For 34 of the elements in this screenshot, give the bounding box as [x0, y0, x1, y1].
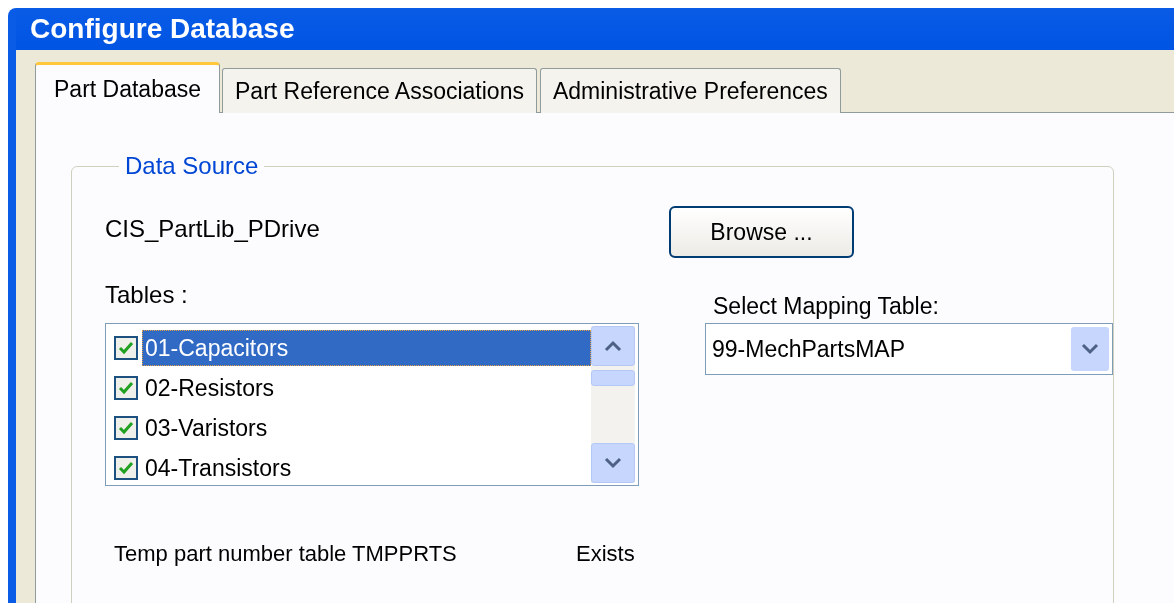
browse-button[interactable]: Browse ...	[669, 206, 854, 258]
checkbox[interactable]	[114, 416, 138, 440]
dropdown-arrow-button[interactable]	[1071, 327, 1109, 371]
checkbox[interactable]	[114, 376, 138, 400]
temp-table-status: Exists	[576, 540, 635, 568]
scroll-thumb[interactable]	[591, 370, 635, 386]
check-icon	[118, 341, 134, 355]
temp-table-label: Temp part number table TMPPRTS	[114, 540, 458, 568]
data-source-name: CIS_PartLib_PDrive	[105, 215, 321, 243]
check-icon	[118, 461, 134, 475]
table-item[interactable]: 02-Resistors	[142, 370, 591, 406]
caret-down-icon	[603, 457, 623, 469]
checkbox[interactable]	[114, 456, 138, 480]
check-icon	[118, 381, 134, 395]
tab[interactable]: Part Database	[35, 62, 221, 113]
tab[interactable]: Part Reference Associations	[222, 68, 537, 113]
check-icon	[118, 421, 134, 435]
scroll-down-button[interactable]	[591, 443, 635, 483]
checkbox[interactable]	[114, 336, 138, 360]
group-title: Data Source	[124, 151, 260, 181]
scrollbar[interactable]	[591, 326, 635, 483]
caret-up-icon	[603, 340, 623, 352]
table-item[interactable]: 04-Transistors	[142, 450, 591, 485]
scroll-up-button[interactable]	[591, 326, 635, 366]
mapping-table-label: Select Mapping Table:	[713, 292, 940, 320]
tab[interactable]: Administrative Preferences	[539, 68, 841, 113]
table-item[interactable]: 01-Capacitors	[142, 330, 591, 366]
tables-label: Tables :	[105, 281, 189, 309]
mapping-table-dropdown[interactable]: 99-MechPartsMAP	[705, 323, 1113, 375]
window-title: Configure Database	[30, 12, 295, 46]
table-item[interactable]: 03-Varistors	[142, 410, 591, 446]
caret-down-icon	[1080, 343, 1100, 355]
dropdown-value: 99-MechPartsMAP	[711, 334, 906, 364]
tables-list[interactable]: 01-Capacitors 02-Resistors 03-Varistors 04-Transistors	[105, 323, 639, 486]
